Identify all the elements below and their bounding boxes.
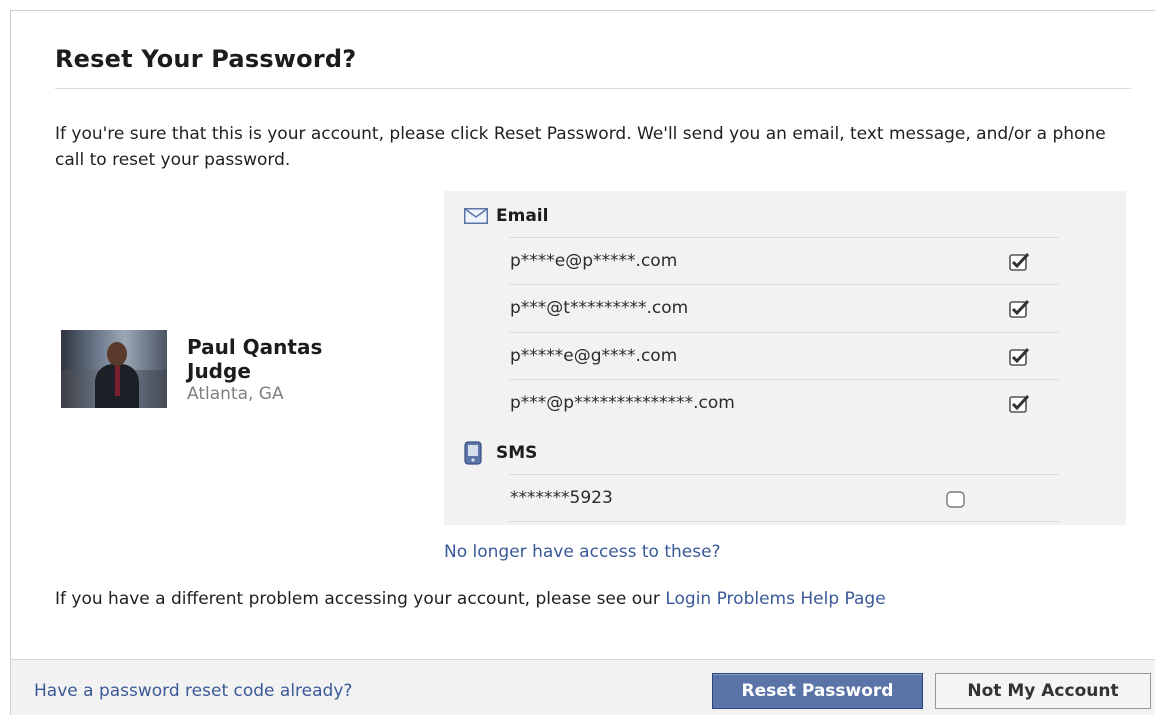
envelope-icon	[464, 208, 496, 224]
email-option-row[interactable]: p*****e@g****.com	[509, 332, 1059, 379]
email-address: p***@p**************.com	[510, 393, 735, 413]
email-option-row[interactable]: p***@t*********.com	[509, 284, 1059, 331]
intro-text: If you're sure that this is your account…	[55, 124, 1106, 170]
sms-option-row[interactable]: *******5923	[509, 474, 1059, 521]
email-checkbox-checked[interactable]	[1009, 252, 1030, 271]
phone-icon	[464, 441, 496, 465]
panel-divider	[509, 521, 1059, 522]
email-checkbox-checked[interactable]	[1009, 347, 1030, 366]
email-checkbox-checked[interactable]	[1009, 299, 1030, 318]
dialog-footer: Have a password reset code already? Rese…	[11, 659, 1155, 715]
sms-section-heading: SMS	[464, 440, 537, 466]
profile-location: Atlanta, GA	[187, 384, 284, 404]
email-address: p***@t*********.com	[510, 298, 689, 318]
email-address: p*****e@g****.com	[510, 346, 678, 366]
email-checkbox-checked[interactable]	[1009, 394, 1030, 413]
no-access-link[interactable]: No longer have access to these?	[444, 542, 721, 562]
reset-code-link[interactable]: Have a password reset code already?	[34, 681, 352, 701]
email-option-row[interactable]: p****e@p*****.com	[509, 237, 1059, 284]
avatar	[61, 330, 167, 408]
profile-name: Paul Qantas Judge	[187, 335, 323, 383]
reset-password-button[interactable]: Reset Password	[712, 673, 923, 709]
problem-text: If you have a different problem accessin…	[55, 589, 886, 609]
sms-checkbox-unchecked[interactable]	[945, 489, 965, 508]
dialog-title: Reset Your Password?	[55, 45, 357, 73]
contact-options-panel: Email p****e@p*****.com p***@t*********.…	[444, 191, 1126, 525]
reset-password-dialog: Reset Your Password? If you're sure that…	[10, 10, 1155, 715]
title-divider	[55, 88, 1131, 89]
login-problems-help-link[interactable]: Login Problems Help Page	[665, 589, 885, 609]
email-option-row[interactable]: p***@p**************.com	[509, 379, 1059, 426]
not-my-account-button[interactable]: Not My Account	[935, 673, 1151, 709]
sms-number: *******5923	[510, 488, 613, 508]
email-section-heading: Email	[464, 203, 548, 229]
email-address: p****e@p*****.com	[510, 251, 678, 271]
